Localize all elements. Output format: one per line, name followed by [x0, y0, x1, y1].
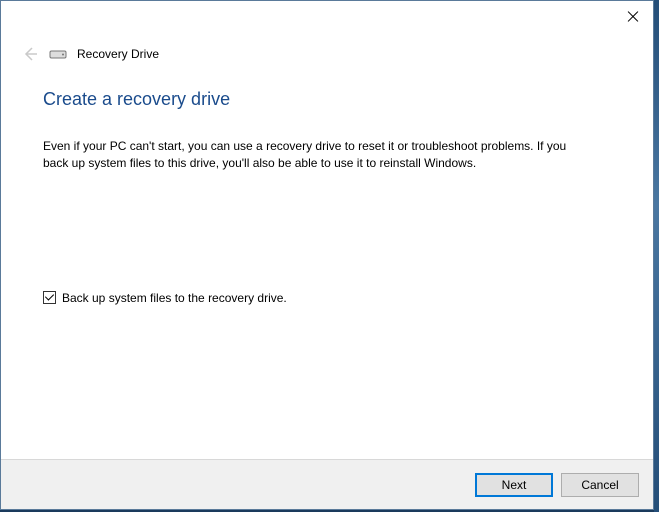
- page-heading: Create a recovery drive: [43, 89, 611, 110]
- footer: Next Cancel: [1, 459, 653, 509]
- page-description: Even if your PC can't start, you can use…: [43, 138, 583, 173]
- header-row: Recovery Drive: [1, 33, 653, 63]
- window-edge-decoration: [654, 0, 659, 512]
- drive-icon: [49, 48, 67, 60]
- backup-checkbox[interactable]: [43, 291, 56, 304]
- backup-checkbox-label[interactable]: Back up system files to the recovery dri…: [62, 291, 287, 305]
- wizard-window: Recovery Drive Create a recovery drive E…: [0, 0, 654, 510]
- cancel-button[interactable]: Cancel: [561, 473, 639, 497]
- titlebar: [1, 1, 653, 33]
- backup-checkbox-row: Back up system files to the recovery dri…: [43, 291, 611, 305]
- content-area: Create a recovery drive Even if your PC …: [1, 63, 653, 459]
- app-title: Recovery Drive: [77, 47, 159, 61]
- next-button[interactable]: Next: [475, 473, 553, 497]
- back-arrow-icon[interactable]: [21, 45, 39, 63]
- close-icon[interactable]: [627, 11, 639, 23]
